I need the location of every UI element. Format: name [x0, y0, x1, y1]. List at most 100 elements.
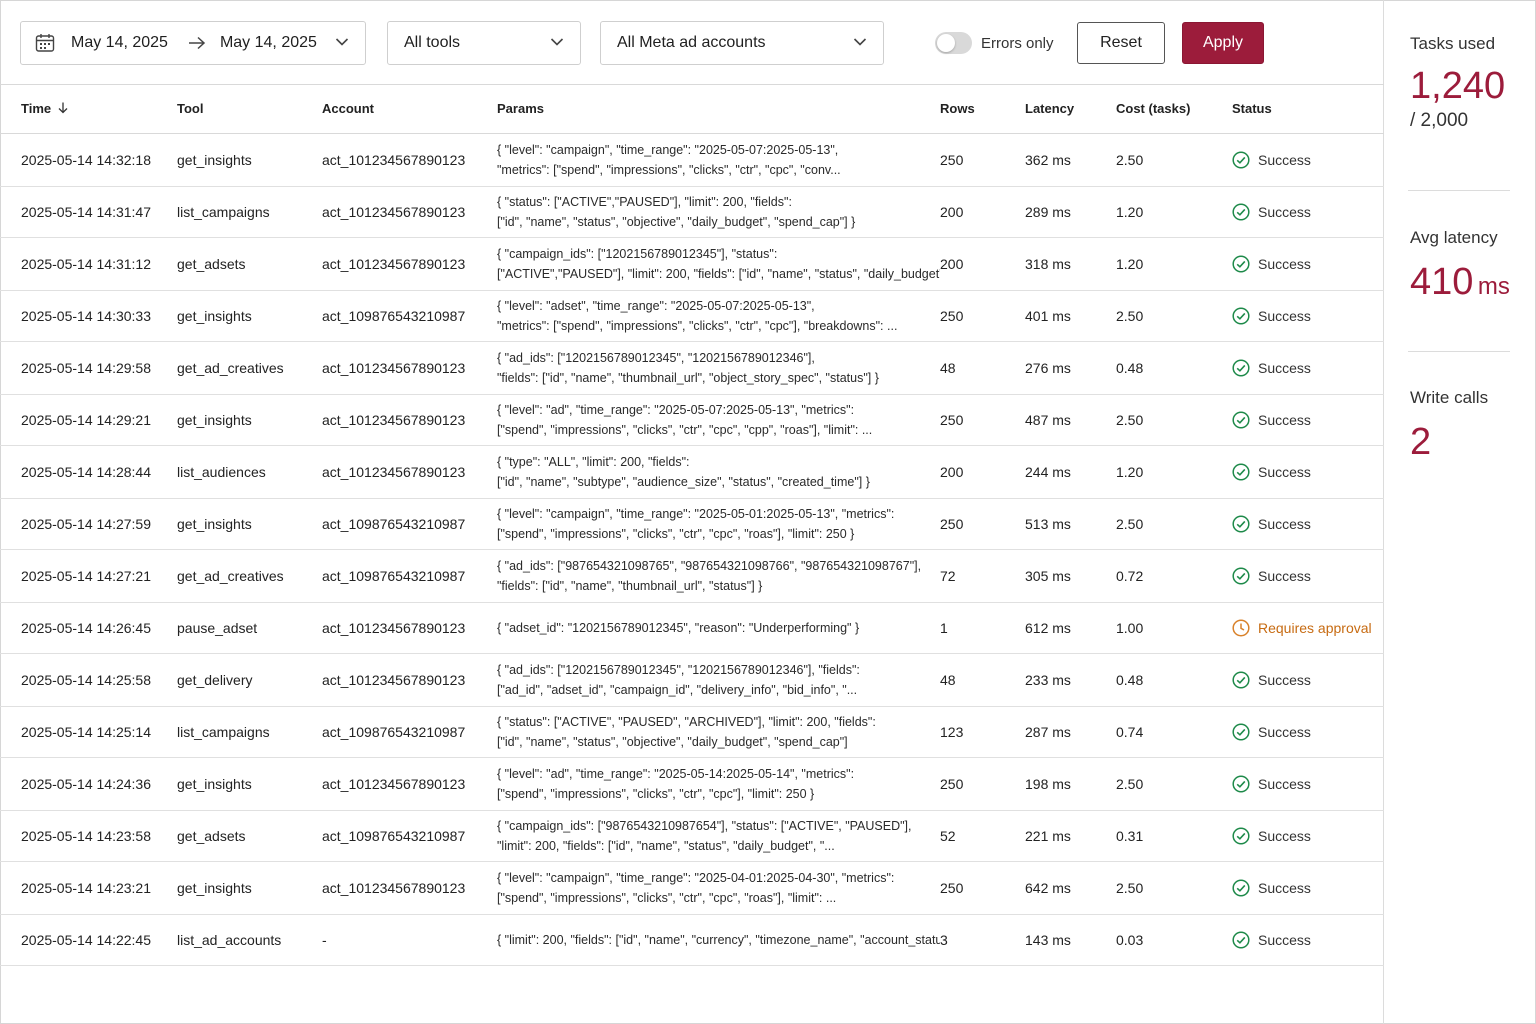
table-row[interactable]: 2025-05-14 14:30:33 get_insights act_10987…	[0, 290, 1384, 342]
date-range-picker[interactable]: May 14, 2025 May 14, 2025	[20, 21, 366, 65]
check-circle-icon	[1232, 150, 1250, 169]
cell-latency: 642 ms	[1025, 861, 1116, 915]
cell-account: act_109876543210987	[322, 290, 497, 342]
cell-account: act_101234567890123	[322, 861, 497, 915]
check-circle-icon	[1232, 722, 1250, 741]
cell-status: Success	[1232, 445, 1384, 499]
cell-status: Requires approval	[1232, 602, 1384, 654]
tool-filter-select[interactable]: All tools	[387, 21, 581, 65]
cell-status: Success	[1232, 394, 1384, 446]
table-row[interactable]: 2025-05-14 14:23:58 get_adsets act_1098765…	[0, 810, 1384, 862]
cell-cost: 2.50	[1116, 394, 1232, 446]
cell-tool: get_adsets	[177, 237, 322, 291]
column-header-latency[interactable]: Latency	[1025, 85, 1116, 134]
status-badge: Success	[1232, 878, 1384, 897]
cell-rows: 250	[940, 290, 1025, 342]
params-line: { "level": "ad", "time_range": "2025-05-…	[497, 402, 855, 417]
cell-time: 2025-05-14 14:29:58	[0, 341, 177, 395]
table-row[interactable]: 2025-05-14 14:32:18 get_insights act_10123…	[0, 133, 1384, 187]
check-circle-icon	[1232, 670, 1250, 689]
params-line: { "campaign_ids": ["1202156789012345"], …	[497, 246, 778, 261]
cell-account: -	[322, 914, 497, 966]
table-row[interactable]: 2025-05-14 14:31:47 list_campaigns act_101…	[0, 186, 1384, 238]
status-text: Success	[1258, 359, 1311, 376]
params-line: { "adset_id": "1202156789012345", "reaso…	[497, 620, 860, 635]
status-badge: Success	[1232, 514, 1384, 533]
cell-cost: 0.48	[1116, 341, 1232, 395]
cell-status: Success	[1232, 549, 1384, 603]
table-row[interactable]: 2025-05-14 14:28:44 list_audiences act_101…	[0, 445, 1384, 499]
write-calls-label: Write calls	[1410, 388, 1489, 407]
params-line: ["spend", "impressions", "clicks", "ctr"…	[497, 422, 873, 437]
tool-filter-value: All tools	[404, 34, 461, 51]
column-header-params[interactable]: Params	[497, 85, 940, 134]
cell-tool: get_insights	[177, 757, 322, 811]
write-calls-stat: Write calls 2	[1410, 388, 1520, 462]
errors-only-toggle[interactable]	[935, 32, 972, 54]
status-badge: Success	[1232, 202, 1384, 221]
table-row[interactable]: 2025-05-14 14:29:21 get_insights act_10123…	[0, 394, 1384, 446]
reset-button[interactable]: Reset	[1077, 22, 1165, 64]
status-text: Success	[1258, 151, 1311, 168]
table-row[interactable]: 2025-05-14 14:25:58 get_delivery act_10123…	[0, 653, 1384, 707]
table-row[interactable]: 2025-05-14 14:25:14 list_campaigns act_109…	[0, 706, 1384, 758]
params-line: { "status": ["ACTIVE", "PAUSED", "ARCHIV…	[497, 714, 876, 729]
cell-tool: list_campaigns	[177, 706, 322, 758]
cell-status: Success	[1232, 498, 1384, 550]
cell-tool: pause_adset	[177, 602, 322, 654]
tasks-used-value: 1,240	[1410, 65, 1506, 107]
table-row[interactable]: 2025-05-14 14:27:59 get_insights act_10987…	[0, 498, 1384, 550]
date-start: May 14, 2025	[71, 34, 168, 51]
cell-tool: get_insights	[177, 394, 322, 446]
params-line: { "level": "campaign", "time_range": "20…	[497, 870, 895, 885]
check-circle-icon	[1232, 202, 1250, 221]
account-filter-select[interactable]: All Meta ad accounts	[600, 21, 884, 65]
cell-account: act_109876543210987	[322, 549, 497, 603]
sort-descending-icon	[58, 102, 68, 114]
avg-latency-stat: Avg latency 410 ms	[1410, 228, 1520, 310]
status-badge: Success	[1232, 150, 1384, 169]
table-row[interactable]: 2025-05-14 14:22:45 list_ad_accounts -{ "l…	[0, 914, 1384, 966]
apply-button[interactable]: Apply	[1182, 22, 1264, 64]
column-header-rows[interactable]: Rows	[940, 85, 1025, 134]
table-row[interactable]: 2025-05-14 14:29:58 get_ad_creatives act_1…	[0, 341, 1384, 395]
status-badge: Success	[1232, 254, 1384, 273]
column-header-tool[interactable]: Tool	[177, 85, 322, 134]
cell-latency: 487 ms	[1025, 394, 1116, 446]
table-row[interactable]: 2025-05-14 14:31:12 get_adsets act_1012345…	[0, 237, 1384, 291]
status-badge: Success	[1232, 722, 1384, 741]
params-line: ["spend", "impressions", "clicks", "ctr"…	[497, 526, 855, 541]
status-badge: Requires approval	[1232, 618, 1384, 637]
table-row[interactable]: 2025-05-14 14:24:36 get_insights act_10123…	[0, 757, 1384, 811]
cell-status: Success	[1232, 861, 1384, 915]
errors-only-toggle-group: Errors only	[935, 31, 1054, 55]
cell-time: 2025-05-14 14:30:33	[0, 290, 177, 342]
cell-time: 2025-05-14 14:28:44	[0, 445, 177, 499]
column-header-status[interactable]: Status	[1232, 85, 1384, 134]
toggle-knob	[937, 34, 955, 52]
cell-time: 2025-05-14 14:32:18	[0, 133, 177, 187]
cell-tool: get_insights	[177, 133, 322, 187]
column-header-time[interactable]: Time	[0, 85, 177, 134]
cell-params: { "status": ["ACTIVE","PAUSED"], "limit"…	[497, 186, 940, 238]
cell-params: { "type": "ALL", "limit": 200, "fields":…	[497, 445, 940, 499]
table-row[interactable]: 2025-05-14 14:26:45 pause_adset act_101234…	[0, 602, 1384, 654]
cell-account: act_101234567890123	[322, 133, 497, 187]
params-line: ["spend", "impressions", "clicks", "ctr"…	[497, 786, 815, 801]
cell-params: { "ad_ids": ["987654321098765", "9876543…	[497, 549, 940, 603]
cell-tool: get_ad_creatives	[177, 549, 322, 603]
column-header-cost[interactable]: Cost (tasks)	[1116, 85, 1232, 134]
table-row[interactable]: 2025-05-14 14:23:21 get_insights act_10123…	[0, 861, 1384, 915]
table-row[interactable]: 2025-05-14 14:27:21 get_ad_creatives act_1…	[0, 549, 1384, 603]
cell-latency: 276 ms	[1025, 341, 1116, 395]
status-badge: Success	[1232, 930, 1384, 949]
status-badge: Success	[1232, 774, 1384, 793]
cell-rows: 200	[940, 445, 1025, 499]
cell-time: 2025-05-14 14:31:47	[0, 186, 177, 238]
column-header-account[interactable]: Account	[322, 85, 497, 134]
cell-tool: get_insights	[177, 861, 322, 915]
params-line: "fields": ["id", "name", "thumbnail_url"…	[497, 370, 879, 385]
status-badge: Success	[1232, 826, 1384, 845]
cell-rows: 250	[940, 757, 1025, 811]
status-text: Success	[1258, 463, 1311, 480]
